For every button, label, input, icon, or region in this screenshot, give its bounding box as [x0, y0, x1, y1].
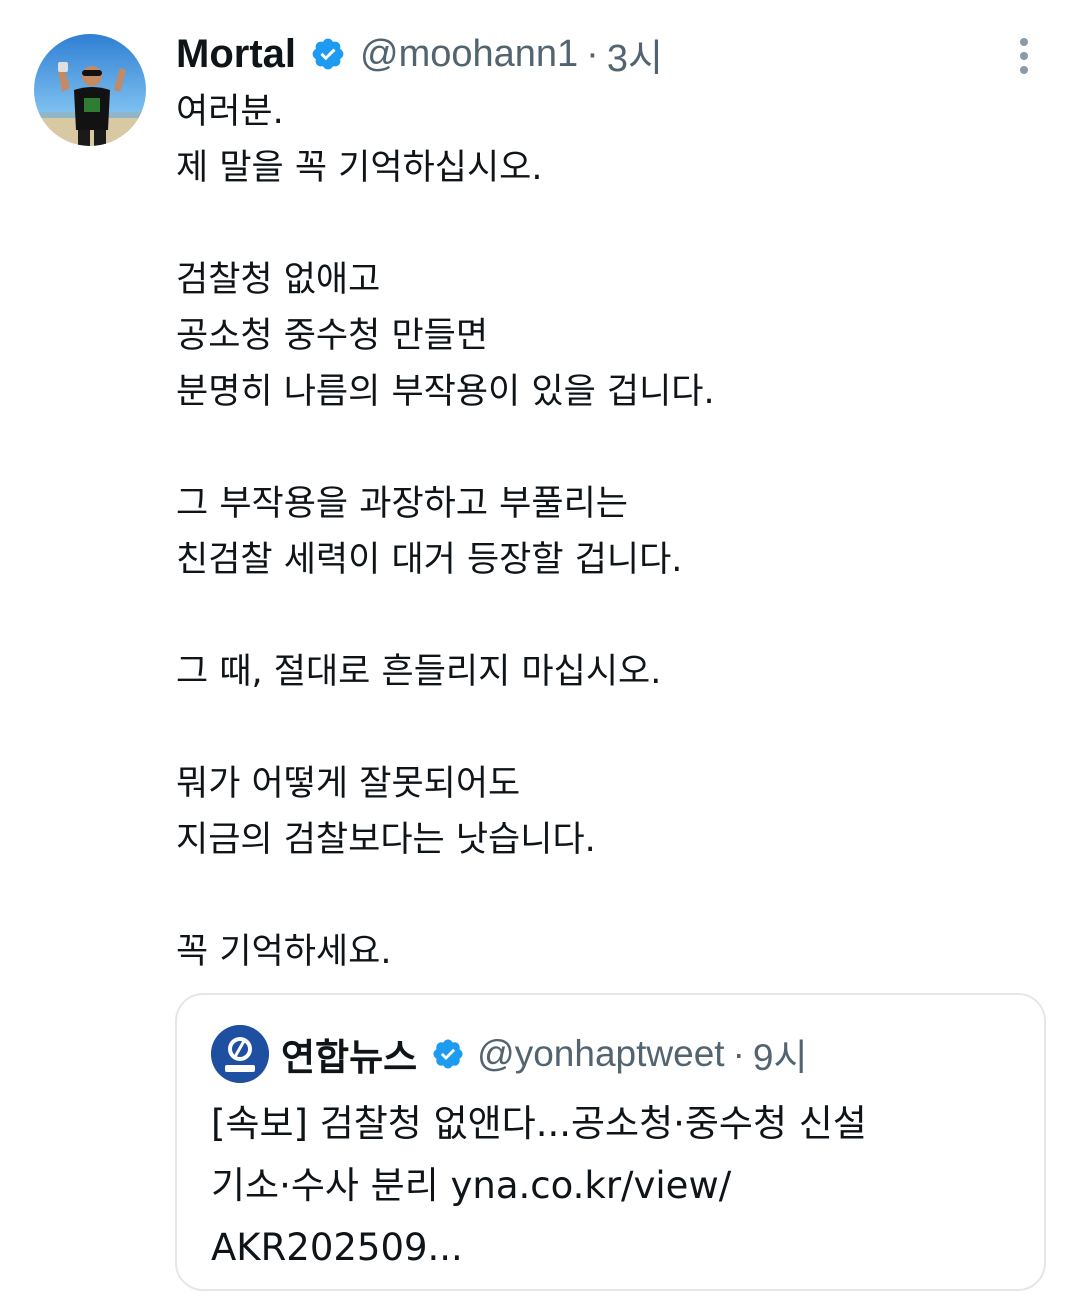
tweet-text-line: 검찰청 없애고 [176, 260, 381, 300]
quoted-text-line: AKR202509... [211, 1226, 463, 1269]
quoted-author-handle[interactable]: @yonhaptweet [477, 1033, 724, 1075]
quoted-text-line: 기소·수사 분리 yna.co.kr/view/ [211, 1164, 732, 1207]
tweet-text-line [176, 588, 1056, 644]
separator-dot: · [732, 1033, 745, 1074]
tweet-text-line: 친검찰 세력이 대거 등장할 겁니다. [176, 540, 683, 580]
separator-dot: · [586, 32, 599, 75]
quoted-tweet-timestamp[interactable]: 9시 [753, 1027, 808, 1081]
tweet-header: Mortal @moohann1 · 3시 [176, 26, 663, 82]
quoted-tweet-card[interactable]: 연합뉴스 @yonhaptweet · 9시 [속보] 검찰청 없앤다...공소… [175, 993, 1046, 1291]
tweet-text-line: 꼭 기억하세요. [176, 932, 392, 972]
yonhap-logo-icon[interactable] [211, 1025, 269, 1083]
quoted-text-line: [속보] 검찰청 없앤다...공소청·중수청 신설 [211, 1102, 867, 1145]
tweet-text-line [176, 420, 1056, 476]
tweet-text-line: 그 부작용을 과장하고 부풀리는 [176, 484, 628, 524]
verified-badge-icon[interactable] [431, 1037, 465, 1071]
tweet-text-line [176, 196, 1056, 252]
quoted-author-name[interactable]: 연합뉴스 [281, 1027, 417, 1081]
tweet-text-line: 뭐가 어떻게 잘못되어도 [176, 764, 521, 804]
tweet-text-line: 지금의 검찰보다는 낫습니다. [176, 820, 596, 860]
tweet-text-line: 분명히 나름의 부작용이 있을 겁니다. [176, 372, 715, 412]
tweet-timestamp[interactable]: 3시 [607, 27, 663, 82]
tweet-text-line: 제 말을 꼭 기억하십시오. [176, 148, 543, 188]
verified-badge-icon[interactable] [310, 36, 346, 72]
tweet-text-line: 공소청 중수청 만들면 [176, 316, 489, 356]
author-avatar[interactable] [34, 34, 146, 146]
quoted-tweet-text: [속보] 검찰청 없앤다...공소청·중수청 신설 기소·수사 분리 yna.c… [211, 1093, 1031, 1279]
author-handle[interactable]: @moohann1 [360, 33, 578, 76]
tweet[interactable]: Mortal @moohann1 · 3시 여러분. 제 말을 꼭 기억하십시오… [0, 0, 1080, 1311]
tweet-text-line [176, 700, 1056, 756]
tweet-text-line: 그 때, 절대로 흔들리지 마십시오. [176, 652, 662, 692]
tweet-text-line [176, 868, 1056, 924]
avatar-photo-icon [34, 34, 146, 146]
tweet-text: 여러분. 제 말을 꼭 기억하십시오. 검찰청 없애고 공소청 중수청 만들면 … [176, 84, 1056, 980]
quoted-tweet-header: 연합뉴스 @yonhaptweet · 9시 [281, 1025, 808, 1083]
tweet-text-line: 여러분. [176, 92, 284, 132]
more-vertical-icon[interactable] [1004, 36, 1044, 76]
author-name[interactable]: Mortal [176, 32, 296, 77]
